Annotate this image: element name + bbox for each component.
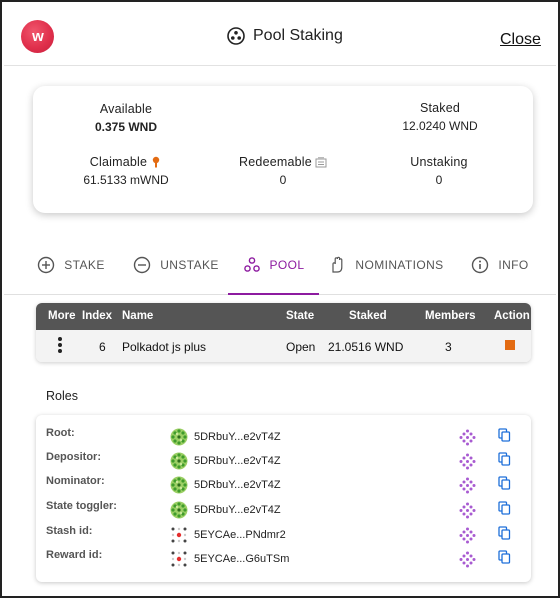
role-address: 5DRbuY...e2vT4Z bbox=[194, 431, 281, 443]
logo-icon: w bbox=[21, 20, 54, 53]
redeemable-label: Redeemable bbox=[239, 155, 312, 169]
active-tab-indicator bbox=[228, 293, 319, 295]
subscan-link-icon[interactable] bbox=[459, 429, 476, 446]
cell-name: Polkadot js plus bbox=[122, 340, 207, 354]
role-address: 5DRbuY...e2vT4Z bbox=[194, 479, 281, 491]
tab-stake[interactable]: STAKE bbox=[26, 235, 116, 294]
tab-info-label: INFO bbox=[498, 257, 529, 272]
identicon-icon bbox=[170, 452, 188, 470]
available-stat: Available 0.375 WND bbox=[71, 102, 181, 134]
tab-pool-label: POOL bbox=[269, 257, 305, 272]
info-icon bbox=[472, 256, 489, 273]
popup-frame: w Pool Staking Close Available 0.375 WND… bbox=[0, 0, 560, 598]
roles-card: Root: 5DRbuY...e2vT4Z Depositor: 5DRbuY...e… bbox=[36, 415, 531, 582]
role-row: Depositor: 5DRbuY...e2vT4Z bbox=[36, 451, 531, 475]
cell-state: Open bbox=[286, 340, 316, 354]
role-label: Depositor: bbox=[46, 451, 101, 463]
subscan-link-icon[interactable] bbox=[459, 502, 476, 519]
pool-icon bbox=[243, 256, 260, 272]
balance-card: Available 0.375 WND Staked 12.0240 WND C… bbox=[33, 86, 533, 213]
role-address: 5EYCAe...G6uTSm bbox=[194, 553, 290, 565]
tab-stake-label: STAKE bbox=[64, 257, 105, 272]
tab-unstake-label: UNSTAKE bbox=[160, 257, 219, 272]
page-title: Pool Staking bbox=[253, 27, 343, 44]
claimable-value: 61.5133 mWND bbox=[83, 173, 169, 187]
available-label: Available bbox=[99, 102, 153, 116]
leave-pool-button[interactable] bbox=[505, 340, 515, 350]
add-circle-icon bbox=[38, 256, 55, 273]
tab-nominations[interactable]: NOMINATIONS bbox=[327, 235, 445, 294]
role-address: 5EYCAe...PNdmr2 bbox=[194, 529, 286, 541]
tab-pool[interactable]: POOL bbox=[228, 235, 319, 295]
role-row: Nominator: 5DRbuY...e2vT4Z bbox=[36, 475, 531, 499]
unstaking-stat: Unstaking 0 bbox=[384, 155, 494, 187]
staked-label: Staked bbox=[419, 101, 461, 115]
table-row[interactable]: 6 Polkadot js plus Open 21.0516 WND 3 bbox=[36, 330, 531, 362]
remove-circle-icon bbox=[134, 256, 151, 273]
cell-staked: 21.0516 WND bbox=[328, 340, 404, 354]
cell-index: 6 bbox=[99, 340, 106, 354]
redeem-icon[interactable] bbox=[315, 156, 327, 168]
cell-members: 3 bbox=[445, 340, 452, 354]
identicon-icon bbox=[170, 501, 188, 519]
copy-icon[interactable] bbox=[498, 501, 511, 515]
redeemable-stat: Redeemable 0 bbox=[228, 155, 338, 187]
header-members: Members bbox=[425, 310, 476, 322]
copy-icon[interactable] bbox=[498, 550, 511, 564]
copy-icon[interactable] bbox=[498, 452, 511, 466]
identicon-icon bbox=[170, 428, 188, 446]
page-header: Pool Staking bbox=[227, 27, 343, 45]
role-row: State toggler: 5DRbuY...e2vT4Z bbox=[36, 500, 531, 524]
role-label: State toggler: bbox=[46, 500, 117, 512]
header-name: Name bbox=[122, 310, 154, 322]
tab-nominations-label: NOMINATIONS bbox=[355, 257, 444, 272]
claim-icon[interactable] bbox=[150, 156, 162, 168]
available-value: 0.375 WND bbox=[94, 120, 158, 134]
more-vert-icon[interactable] bbox=[57, 337, 63, 353]
copy-icon[interactable] bbox=[498, 428, 511, 442]
claimable-label: Claimable bbox=[89, 155, 148, 169]
header-state: State bbox=[286, 310, 315, 322]
role-row: Reward id: 5EYCAe...G6uTSm bbox=[36, 549, 531, 573]
table-header: More Index Name State Staked Members Act… bbox=[36, 303, 531, 330]
claimable-stat: Claimable 61.5133 mWND bbox=[71, 155, 181, 187]
copy-icon[interactable] bbox=[498, 526, 511, 540]
logo-letter: w bbox=[32, 28, 44, 45]
role-row: Stash id: 5EYCAe...PNdmr2 bbox=[36, 525, 531, 549]
subscan-link-icon[interactable] bbox=[459, 527, 476, 544]
role-label: Reward id: bbox=[46, 549, 103, 561]
pool-title-icon bbox=[227, 27, 245, 45]
tab-bar: STAKE UNSTAKE POOL NOMINATIONS INFO bbox=[4, 235, 556, 295]
role-label: Stash id: bbox=[46, 525, 93, 537]
identicon-icon bbox=[170, 476, 188, 494]
header-action: Action bbox=[494, 310, 530, 322]
header-divider bbox=[4, 65, 556, 66]
redeemable-value: 0 bbox=[279, 173, 287, 187]
subscan-link-icon[interactable] bbox=[459, 477, 476, 494]
role-address: 5DRbuY...e2vT4Z bbox=[194, 504, 281, 516]
copy-icon[interactable] bbox=[498, 476, 511, 490]
header-index: Index bbox=[82, 310, 113, 322]
unstaking-label: Unstaking bbox=[410, 155, 468, 169]
tab-unstake[interactable]: UNSTAKE bbox=[126, 235, 226, 294]
role-label: Nominator: bbox=[46, 475, 105, 487]
header-staked: Staked bbox=[349, 310, 387, 322]
tab-info[interactable]: INFO bbox=[462, 235, 538, 294]
unstaking-value: 0 bbox=[435, 173, 443, 187]
role-row: Root: 5DRbuY...e2vT4Z bbox=[36, 427, 531, 451]
hand-icon bbox=[332, 256, 343, 273]
roles-title: Roles bbox=[46, 389, 78, 403]
identicon-icon bbox=[170, 550, 188, 568]
role-address: 5DRbuY...e2vT4Z bbox=[194, 455, 281, 467]
identicon-icon bbox=[170, 526, 188, 544]
subscan-link-icon[interactable] bbox=[459, 551, 476, 568]
subscan-link-icon[interactable] bbox=[459, 453, 476, 470]
role-label: Root: bbox=[46, 427, 75, 439]
header-more: More bbox=[48, 310, 76, 322]
staked-stat: Staked 12.0240 WND bbox=[385, 101, 495, 133]
pool-table: More Index Name State Staked Members Act… bbox=[36, 303, 531, 362]
staked-value: 12.0240 WND bbox=[402, 119, 478, 133]
close-link[interactable]: Close bbox=[500, 31, 541, 49]
